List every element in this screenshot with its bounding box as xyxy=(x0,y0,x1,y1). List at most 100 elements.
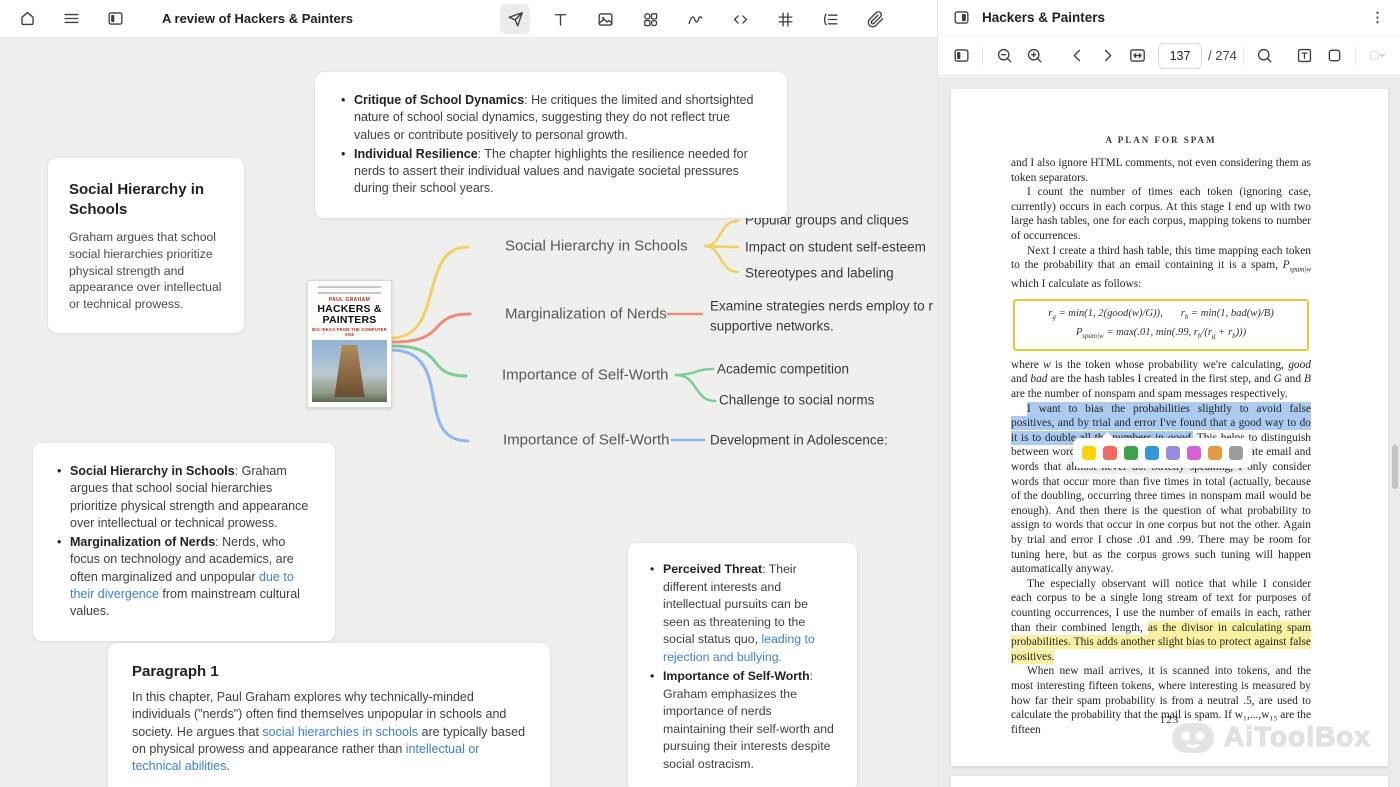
inline-link[interactable]: social hierarchies in schools xyxy=(262,725,418,739)
list-item: Importance of Self-Worth: Graham emphasi… xyxy=(648,668,837,773)
formula-line: rg = min(1, 2(good(w)/G)),rb = min(1, ba… xyxy=(1019,308,1303,321)
highlight-color-picker xyxy=(1073,438,1252,468)
mindmap-node[interactable]: Stereotypes and labeling xyxy=(745,266,894,281)
pdf-text: are the number of nonspam and spam messa… xyxy=(1011,388,1288,400)
list-item: Marginalization of Nerds: Nerds, who foc… xyxy=(55,534,313,620)
previous-page-icon[interactable] xyxy=(1062,41,1092,71)
formula-annotation-box[interactable]: rg = min(1, 2(good(w)/G)),rb = min(1, ba… xyxy=(1013,299,1309,351)
mindmap-node[interactable]: Academic competition xyxy=(717,362,849,377)
area-select-tool-icon[interactable] xyxy=(1319,41,1349,71)
card-title: Social Hierarchy in Schools xyxy=(69,180,223,219)
canvas-toolbar: A review of Hackers & Painters xyxy=(0,0,937,38)
highlight-style-dropdown-icon[interactable] xyxy=(1362,41,1392,71)
mindmap-node[interactable]: Impact on student self-esteem xyxy=(745,240,926,255)
divider xyxy=(1355,47,1356,65)
mindmap-node[interactable]: Social Hierarchy in Schools xyxy=(505,238,688,255)
fit-width-icon[interactable] xyxy=(1122,41,1152,71)
math-text: = min(1, bad(w)/B) xyxy=(1188,308,1273,319)
more-options-icon[interactable] xyxy=(1366,7,1388,29)
board-title: A review of Hackers & Painters xyxy=(162,11,353,26)
frame-tool-icon[interactable] xyxy=(770,4,800,34)
page-number-input[interactable] xyxy=(1158,43,1202,69)
next-page-icon[interactable] xyxy=(1092,41,1122,71)
mindmap-node[interactable]: Importance of Self-Worth xyxy=(503,432,669,449)
pdf-paragraph: I want to bias the probabilities slightl… xyxy=(1011,402,1311,577)
divider xyxy=(1055,47,1056,65)
select-cursor-icon[interactable] xyxy=(500,4,530,34)
item-term: Perceived Threat xyxy=(663,562,762,576)
mindmap-node[interactable]: supportive networks. xyxy=(710,319,834,334)
outline-tool-icon[interactable] xyxy=(815,4,845,34)
pdf-paragraph: I count the number of times each token (… xyxy=(1011,185,1311,243)
color-swatch-yellow[interactable] xyxy=(1082,446,1096,460)
color-swatch-gray[interactable] xyxy=(1229,446,1243,460)
color-swatch-green[interactable] xyxy=(1124,446,1138,460)
item-term: Individual Resilience xyxy=(354,147,478,161)
thumbnails-panel-icon[interactable] xyxy=(946,41,976,71)
note-card-summary[interactable]: Social Hierarchy in Schools: Graham argu… xyxy=(33,443,335,641)
zoom-in-icon[interactable] xyxy=(1019,41,1049,71)
tool-palette xyxy=(500,4,890,34)
color-swatch-red[interactable] xyxy=(1103,446,1117,460)
shapes-tool-icon[interactable] xyxy=(635,4,665,34)
mindmap-node[interactable]: Importance of Self-Worth xyxy=(502,367,668,384)
pdf-paragraph: and I also ignore HTML comments, not eve… xyxy=(1011,156,1311,185)
mindmap-node[interactable]: Marginalization of Nerds xyxy=(505,306,667,323)
mindmap-node[interactable]: Challenge to social norms xyxy=(719,393,874,408)
attachment-tool-icon[interactable] xyxy=(860,4,890,34)
color-swatch-blue[interactable] xyxy=(1145,446,1159,460)
list-item: Social Hierarchy in Schools: Graham argu… xyxy=(55,463,313,532)
text-tool-icon[interactable] xyxy=(545,4,575,34)
pdf-text: where xyxy=(1011,359,1043,371)
color-swatch-purple[interactable] xyxy=(1166,446,1180,460)
color-swatch-orange[interactable] xyxy=(1208,446,1222,460)
math-var: w xyxy=(1043,359,1051,371)
mindmap-node[interactable]: Development in Adolescence: xyxy=(710,433,888,448)
menu-icon[interactable] xyxy=(56,4,86,34)
pdf-next-page xyxy=(951,776,1388,787)
item-term: Importance of Self-Worth xyxy=(663,669,810,683)
color-swatch-magenta[interactable] xyxy=(1187,446,1201,460)
panel-collapse-icon[interactable] xyxy=(950,7,972,29)
book-cover[interactable]: PAUL GRAHAM HACKERS & PAINTERS BIG IDEAS… xyxy=(307,280,392,408)
note-card-social-hierarchy[interactable]: Social Hierarchy in Schools Graham argue… xyxy=(48,158,244,333)
math-sub: spam|w xyxy=(1290,265,1311,273)
pdf-text: Next I create a third hash table, this t… xyxy=(1011,245,1311,272)
book-cover-quote xyxy=(318,286,381,294)
pdf-text: and xyxy=(1282,373,1304,385)
scrollbar-thumb[interactable] xyxy=(1392,445,1398,489)
note-card-school-dynamics[interactable]: Critique of School Dynamics: He critique… xyxy=(315,72,787,218)
text-select-tool-icon[interactable] xyxy=(1289,41,1319,71)
whiteboard-canvas[interactable]: A review of Hackers & Painters xyxy=(0,0,937,787)
watermark: AiToolBox xyxy=(1170,719,1371,755)
pen-tool-icon[interactable] xyxy=(680,4,710,34)
pdf-text: and xyxy=(1011,373,1030,385)
search-icon[interactable] xyxy=(1250,41,1280,71)
watermark-text: AiToolBox xyxy=(1224,721,1371,753)
zoom-out-icon[interactable] xyxy=(989,41,1019,71)
sidebar-toggle-icon[interactable] xyxy=(100,4,130,34)
item-term: Social Hierarchy in Schools xyxy=(70,464,235,478)
formula-line: Pspam|w = max(.01, min(.99, rb/(rg + rb)… xyxy=(1019,327,1303,340)
watermark-robot-icon xyxy=(1170,719,1216,755)
math-text: ))) xyxy=(1236,327,1247,338)
running-head: A PLAN FOR SPAM xyxy=(1011,135,1311,145)
app-window: A review of Hackers & Painters xyxy=(0,0,1400,787)
pdf-paragraph: Next I create a third hash table, this t… xyxy=(1011,244,1311,292)
mindmap-node[interactable]: Examine strategies nerds employ to r xyxy=(710,299,933,314)
math-text: + r xyxy=(1216,327,1233,338)
pdf-page: A PLAN FOR SPAM and I also ignore HTML c… xyxy=(951,89,1388,766)
pdf-viewer[interactable]: A PLAN FOR SPAM and I also ignore HTML c… xyxy=(938,77,1400,787)
note-card-perceived-threat[interactable]: Perceived Threat: Their different intere… xyxy=(628,543,857,787)
tower-of-babel-art xyxy=(312,340,387,402)
note-card-paragraph1[interactable]: Paragraph 1 In this chapter, Paul Graham… xyxy=(108,643,550,787)
pdf-panel: Hackers & Painters / 274 A PLAN FOR S xyxy=(937,0,1400,787)
home-icon[interactable] xyxy=(12,4,42,34)
image-tool-icon[interactable] xyxy=(590,4,620,34)
book-title-line2: PAINTERS xyxy=(312,315,387,325)
toolbar-left: A review of Hackers & Painters xyxy=(0,4,353,34)
page-total-label: / 274 xyxy=(1208,48,1237,63)
pdf-document-title: Hackers & Painters xyxy=(982,10,1366,25)
code-tool-icon[interactable] xyxy=(725,4,755,34)
math-text: = min(1, 2(good(w)/G)), xyxy=(1056,308,1163,319)
